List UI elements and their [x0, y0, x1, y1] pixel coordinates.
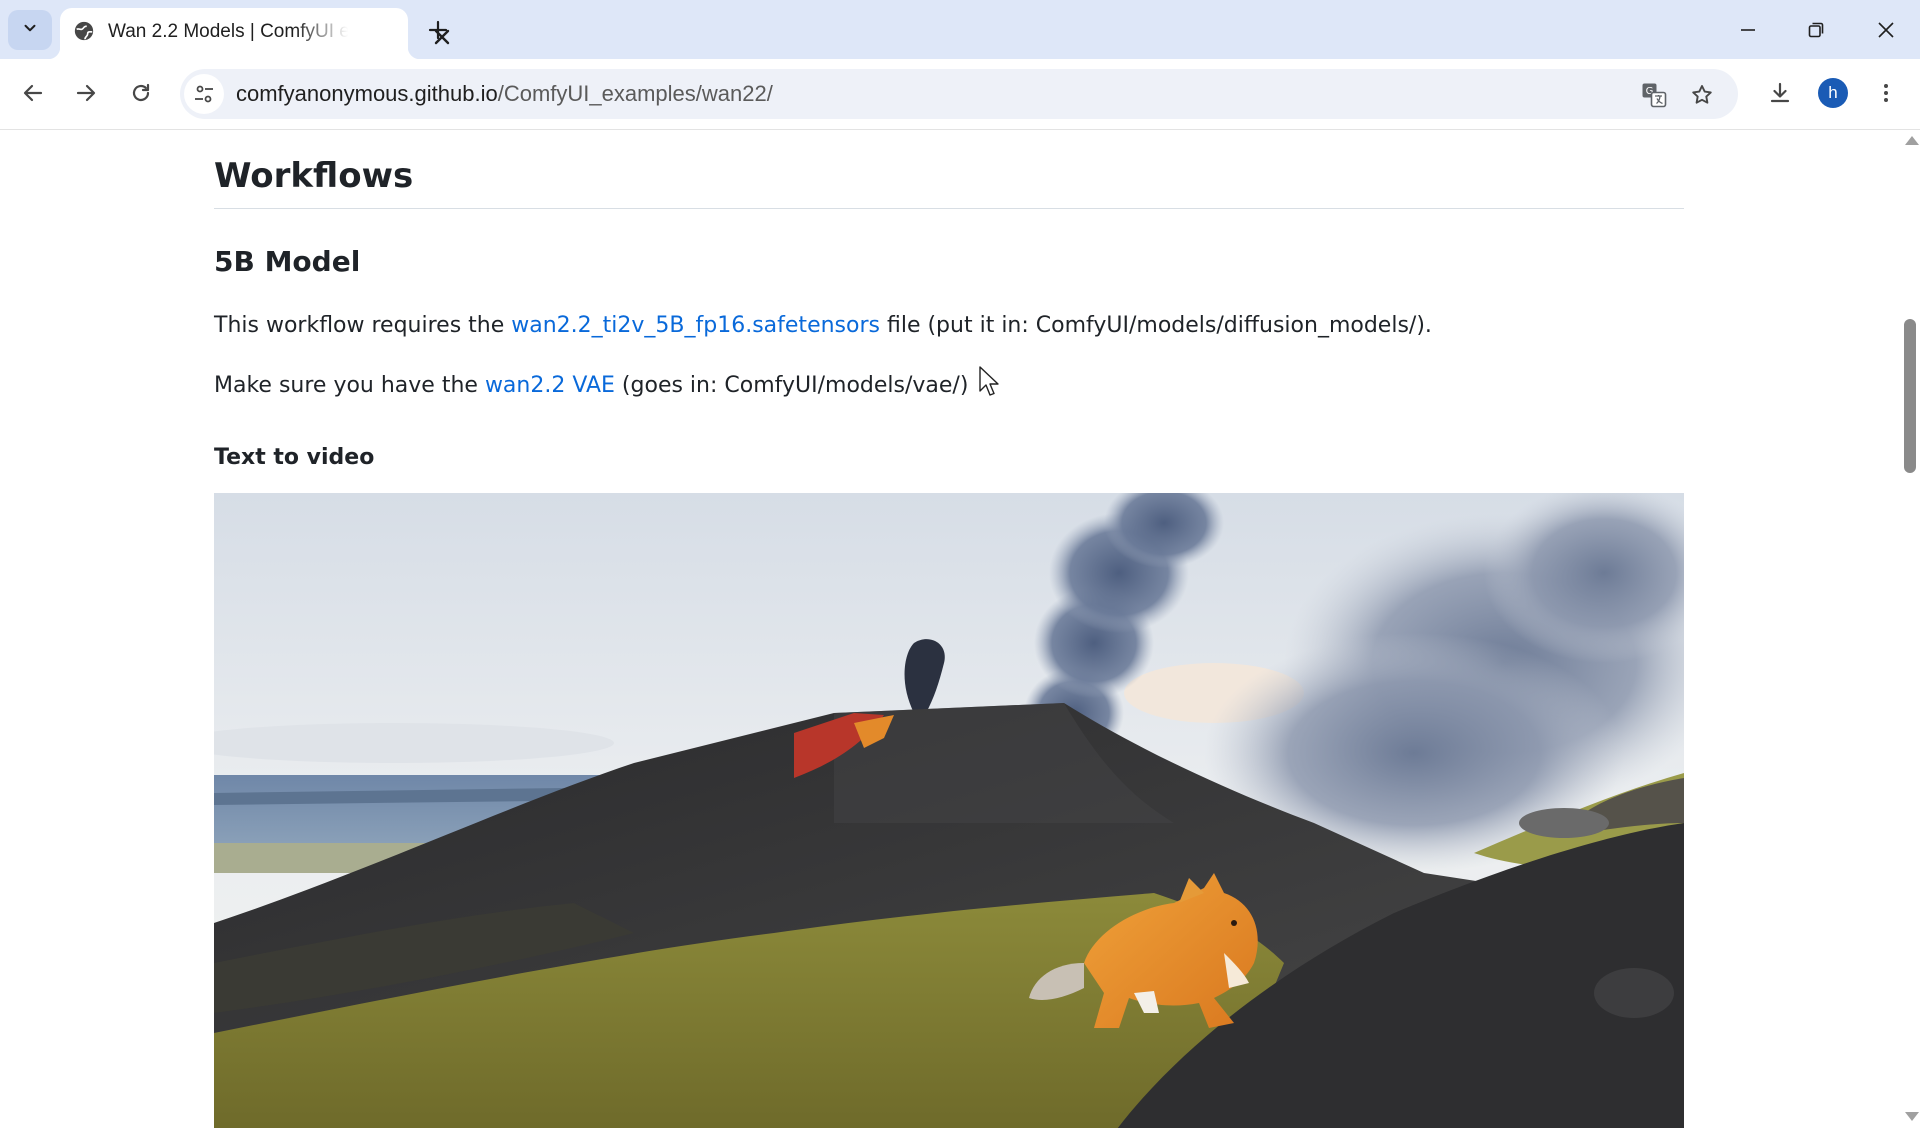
- tab-search-button[interactable]: [8, 10, 52, 50]
- url-path: /ComfyUI_examples/wan22/: [497, 81, 773, 106]
- translate-icon[interactable]: G: [1640, 81, 1668, 109]
- paragraph-text: (goes in: ComfyUI/models/vae/): [614, 373, 969, 398]
- close-window-icon[interactable]: [1872, 16, 1900, 44]
- scrollbar-thumb[interactable]: [1904, 319, 1916, 473]
- scroll-up-arrow-icon[interactable]: [1905, 136, 1919, 145]
- forward-arrow-icon[interactable]: [70, 77, 102, 109]
- example-video-image[interactable]: [214, 493, 1684, 1128]
- paragraph-text: This workflow requires the: [214, 313, 512, 338]
- vertical-scrollbar[interactable]: [1900, 130, 1920, 1128]
- profile-avatar[interactable]: h: [1818, 78, 1848, 108]
- tab-strip: Wan 2.2 Models | ComfyUI examples: [0, 0, 1920, 59]
- more-menu-icon[interactable]: [1870, 77, 1902, 109]
- globe-icon: [73, 20, 95, 42]
- requirement-paragraph: This workflow requires the wan2.2_ti2v_5…: [214, 310, 1432, 342]
- browser-toolbar: comfyanonymous.github.io/ComfyUI_example…: [0, 59, 1920, 130]
- download-icon[interactable]: [1764, 77, 1796, 109]
- minimize-icon[interactable]: [1734, 16, 1762, 44]
- restore-icon[interactable]: [1802, 16, 1830, 44]
- address-bar[interactable]: comfyanonymous.github.io/ComfyUI_example…: [180, 69, 1738, 119]
- browser-tab-active[interactable]: Wan 2.2 Models | ComfyUI examples: [48, 8, 450, 59]
- new-tab-icon[interactable]: [426, 18, 450, 42]
- subsection-title: Text to video: [214, 445, 375, 470]
- url-host: comfyanonymous.github.io: [236, 81, 498, 106]
- back-arrow-icon[interactable]: [17, 77, 49, 109]
- site-info-icon[interactable]: [184, 74, 224, 114]
- scroll-down-arrow-icon[interactable]: [1905, 1112, 1919, 1121]
- paragraph-text: file (put it in: ComfyUI/models/diffusio…: [879, 313, 1432, 338]
- page-viewport: Workflows 5B Model This workflow require…: [0, 130, 1900, 1128]
- vae-paragraph: Make sure you have the wan2.2 VAE (goes …: [214, 370, 968, 402]
- mouse-cursor-icon: [979, 366, 1001, 398]
- url-text[interactable]: comfyanonymous.github.io/ComfyUI_example…: [236, 81, 773, 107]
- paragraph-text: Make sure you have the: [214, 373, 485, 398]
- model-file-link[interactable]: wan2.2_ti2v_5B_fp16.safetensors: [511, 313, 880, 338]
- bookmark-star-icon[interactable]: [1688, 81, 1716, 109]
- vae-link[interactable]: wan2.2 VAE: [485, 373, 615, 398]
- chevron-down-icon: [21, 19, 39, 42]
- section-title: 5B Model: [214, 245, 361, 278]
- heading-workflows: Workflows: [214, 156, 414, 196]
- tab-title: Wan 2.2 Models | ComfyUI examples: [108, 21, 348, 42]
- reload-icon[interactable]: [125, 77, 157, 109]
- heading-divider: [214, 208, 1684, 209]
